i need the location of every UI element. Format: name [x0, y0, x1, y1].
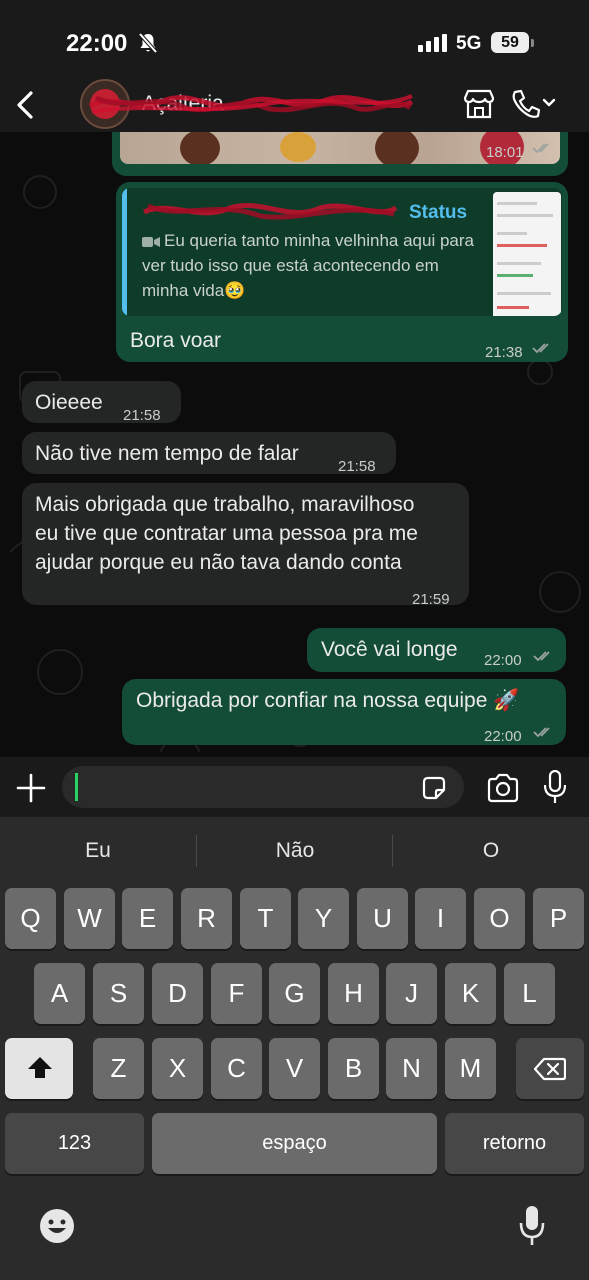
key-g[interactable]: G: [269, 963, 320, 1024]
backspace-key[interactable]: [516, 1038, 584, 1099]
sticker-icon[interactable]: [420, 774, 448, 802]
chat-header: Açaiteria: [0, 79, 589, 132]
key-i[interactable]: I: [415, 888, 466, 949]
battery-level: 59: [501, 34, 519, 51]
key-a[interactable]: A: [34, 963, 85, 1024]
read-ticks-icon: [533, 727, 550, 738]
back-chevron-icon[interactable]: [14, 90, 38, 120]
outgoing-message[interactable]: Você vai longe 22:00: [307, 628, 566, 672]
redaction-scribble: [142, 202, 398, 220]
text-caret: [75, 773, 78, 801]
quoted-status[interactable]: Status Eu queria tanto minha velhinha aq…: [122, 188, 562, 316]
key-q[interactable]: Q: [5, 888, 56, 949]
plus-icon[interactable]: [16, 773, 46, 803]
message-text: Mais obrigada que trabalho, maravilhoso …: [35, 493, 418, 574]
dictation-mic-icon[interactable]: [518, 1205, 546, 1247]
key-r[interactable]: R: [181, 888, 232, 949]
key-n[interactable]: N: [386, 1038, 437, 1099]
emoji-icon[interactable]: [38, 1207, 76, 1245]
redaction-scribble: [88, 94, 414, 114]
bell-muted-icon: [138, 32, 158, 54]
status-thumbnail: [493, 192, 561, 316]
shift-icon: [28, 1057, 52, 1078]
key-z[interactable]: Z: [93, 1038, 144, 1099]
key-y[interactable]: Y: [298, 888, 349, 949]
key-e[interactable]: E: [122, 888, 173, 949]
message-text: Bora voar: [130, 329, 222, 352]
message-time: 18:01: [486, 144, 524, 161]
message-text: Obrigada por confiar na nossa equipe 🚀: [136, 689, 520, 712]
key-u[interactable]: U: [357, 888, 408, 949]
space-key[interactable]: espaço: [152, 1113, 437, 1174]
suggestion-1[interactable]: Eu: [0, 817, 196, 883]
quote-author: Status: [409, 202, 468, 223]
backspace-icon: [534, 1057, 566, 1081]
outgoing-message[interactable]: Obrigada por confiar na nossa equipe 🚀 2…: [122, 679, 566, 745]
read-ticks-icon: [533, 651, 550, 662]
key-d[interactable]: D: [152, 963, 203, 1024]
message-text: Oieeee: [35, 391, 103, 414]
key-l[interactable]: L: [504, 963, 555, 1024]
battery-icon: 59: [491, 32, 529, 53]
message-time: 21:58: [123, 407, 161, 424]
key-h[interactable]: H: [328, 963, 379, 1024]
message-text: Você vai longe: [321, 638, 458, 661]
message-text: Não tive nem tempo de falar: [35, 442, 299, 465]
key-w[interactable]: W: [64, 888, 115, 949]
incoming-message[interactable]: Não tive nem tempo de falar 21:58: [22, 432, 396, 475]
network-type: 5G: [456, 33, 482, 54]
incoming-message[interactable]: Mais obrigada que trabalho, maravilhoso …: [22, 483, 469, 608]
store-icon[interactable]: [462, 88, 496, 120]
battery-tip: [531, 39, 534, 47]
message-input[interactable]: [62, 766, 464, 808]
key-o[interactable]: O: [474, 888, 525, 949]
image-message[interactable]: 18:01: [112, 132, 568, 176]
quote-text: Eu queria tanto minha velhinha aqui para…: [142, 231, 474, 300]
incoming-message[interactable]: Oieeee 21:58: [22, 381, 181, 424]
key-t[interactable]: T: [240, 888, 291, 949]
camera-icon[interactable]: [486, 773, 520, 803]
message-time: 21:58: [338, 458, 376, 475]
read-ticks-icon: [532, 143, 549, 154]
reply-message[interactable]: Status Eu queria tanto minha velhinha aq…: [116, 182, 568, 362]
message-time: 22:00: [484, 728, 522, 745]
numbers-key[interactable]: 123: [5, 1113, 144, 1174]
microphone-icon[interactable]: [543, 770, 567, 804]
suggestion-3[interactable]: O: [393, 817, 589, 883]
quote-bar: [122, 188, 127, 316]
key-b[interactable]: B: [328, 1038, 379, 1099]
key-k[interactable]: K: [445, 963, 496, 1024]
key-p[interactable]: P: [533, 888, 584, 949]
phone-icon[interactable]: [510, 88, 556, 120]
cellular-signal-icon: [418, 34, 447, 52]
return-key[interactable]: retorno: [445, 1113, 584, 1174]
key-s[interactable]: S: [93, 963, 144, 1024]
key-v[interactable]: V: [269, 1038, 320, 1099]
key-j[interactable]: J: [386, 963, 437, 1024]
key-f[interactable]: F: [211, 963, 262, 1024]
message-time: 22:00: [484, 652, 522, 669]
status-time: 22:00: [66, 30, 128, 57]
keyboard: Eu Não O Q W E R T Y U I O P A S D F G H…: [0, 817, 589, 1280]
shift-key[interactable]: [5, 1038, 73, 1099]
message-input-bar: [0, 757, 589, 817]
key-x[interactable]: X: [152, 1038, 203, 1099]
key-m[interactable]: M: [445, 1038, 496, 1099]
status-bar: 22:00 5G 59: [0, 0, 589, 82]
message-time: 21:59: [412, 591, 450, 608]
suggestion-2[interactable]: Não: [197, 817, 393, 883]
key-c[interactable]: C: [211, 1038, 262, 1099]
read-ticks-icon: [532, 343, 549, 354]
message-time: 21:38: [485, 344, 523, 361]
chat-area[interactable]: 18:01 Status Eu queria tanto minha velhi…: [0, 132, 589, 757]
